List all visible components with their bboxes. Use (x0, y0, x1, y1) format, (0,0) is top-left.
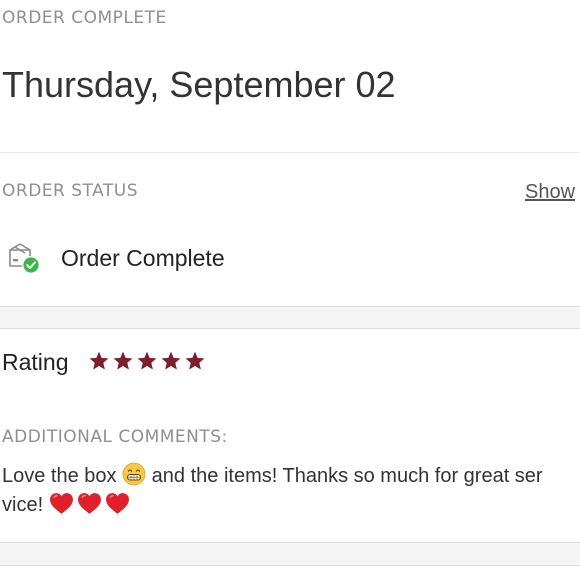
star-icon (137, 351, 157, 370)
divider (0, 152, 580, 153)
comment-line: Love the box and the items! Thanks so mu… (2, 462, 580, 491)
rating-stars (88, 350, 208, 374)
section-separator (0, 542, 580, 566)
comment-text-part: and the items! Thanks so much for great … (151, 465, 543, 487)
grinning-face-emoji (122, 462, 146, 486)
star-icon (161, 351, 181, 370)
order-status-heading: ORDER STATUS (2, 181, 139, 201)
star-icon (113, 351, 133, 370)
order-date: Thursday, September 02 (2, 64, 396, 105)
show-status-link[interactable]: Show (525, 181, 575, 204)
star-icon (89, 351, 109, 370)
comment-text-part: Love the box (2, 465, 117, 487)
box-check-icon (9, 243, 40, 274)
red-heart-emoji (49, 493, 73, 514)
order-complete-heading: ORDER COMPLETE (2, 8, 167, 28)
star-icon (185, 351, 205, 370)
red-heart-emoji (77, 493, 101, 514)
order-status-text: Order Complete (61, 245, 225, 271)
comment-line: vice! (2, 491, 580, 520)
order-status-row: Order Complete (6, 240, 566, 276)
red-heart-emoji (105, 493, 129, 514)
section-separator (0, 306, 580, 329)
additional-comments-heading: ADDITIONAL COMMENTS: (2, 427, 228, 447)
rating-label: Rating (2, 349, 69, 375)
comment-text: Love the box and the items! Thanks so mu… (2, 462, 580, 520)
comment-text-part: vice! (2, 494, 44, 516)
order-detail-page: ORDER COMPLETE Thursday, September 02 OR… (0, 0, 580, 580)
